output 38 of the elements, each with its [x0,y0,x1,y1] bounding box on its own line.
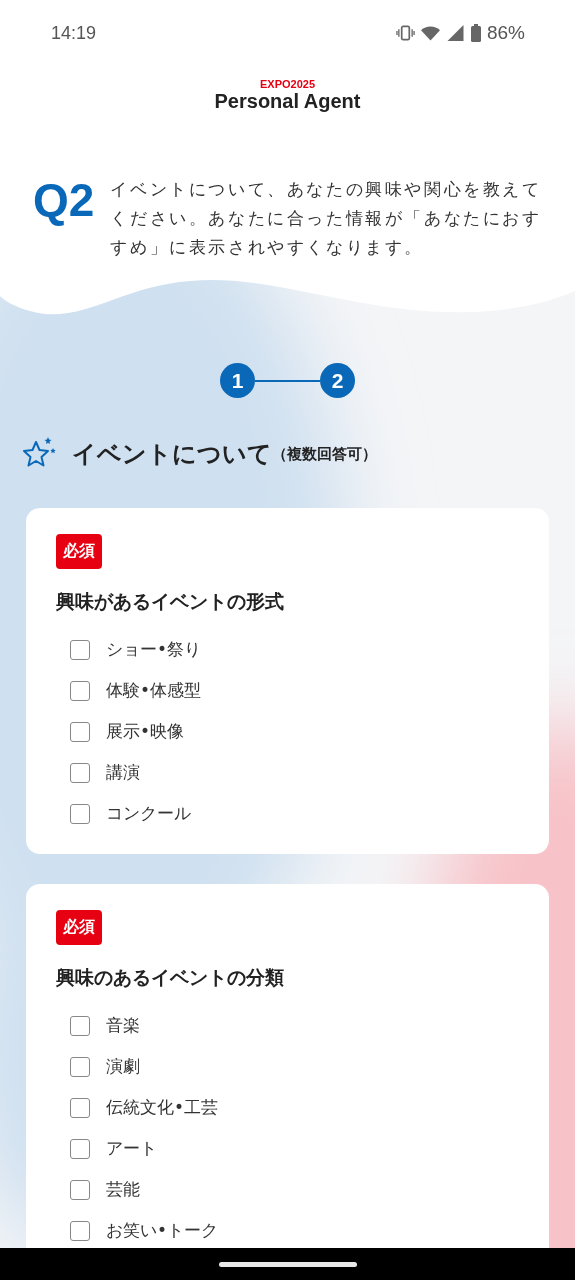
battery-percentage: 86% [486,22,525,44]
required-badge: 必須 [56,534,102,569]
signal-icon [445,25,465,41]
card-title: 興味のあるイベントの分類 [56,965,285,990]
checkbox[interactable] [70,1015,90,1036]
battery-icon [470,24,481,42]
checkbox[interactable] [70,1220,90,1241]
checkbox[interactable] [70,803,90,824]
status-time: 14:19 [51,22,97,44]
option-label[interactable]: 音楽 [106,1014,140,1037]
brand-label: EXPO2025 [259,78,315,90]
vibrate-icon [395,25,415,41]
option-label[interactable]: お笑い•トーク [106,1219,219,1242]
home-indicator[interactable] [218,1261,357,1267]
app-title: Personal Agent [214,90,361,113]
checkbox[interactable] [70,762,90,783]
section-note: （複数回答可） [272,444,377,464]
option-label[interactable]: 演劇 [106,1055,140,1078]
checkbox[interactable] [70,1179,90,1200]
checkbox[interactable] [70,680,90,701]
checkbox[interactable] [70,1056,90,1077]
checkbox[interactable] [70,1138,90,1159]
option-label[interactable]: アート [106,1137,157,1160]
checkbox[interactable] [70,721,90,742]
question-text: イベントについて、あなたの興味や関心を教えてください。あなたに合った情報が「あなたにおすすめ」に表示されやすくなります。 [110,178,543,259]
required-badge: 必須 [56,910,102,945]
option-label[interactable]: コンクール [106,802,191,825]
option-label[interactable]: 展示•映像 [106,720,185,743]
wifi-icon [420,25,440,41]
checkbox[interactable] [70,1097,90,1118]
option-label[interactable]: 体験•体感型 [106,679,202,702]
card-title: 興味があるイベントの形式 [56,589,285,614]
checkbox[interactable] [70,639,90,660]
option-label[interactable]: 講演 [106,761,140,784]
option-label[interactable]: ショー•祭り [106,638,202,661]
option-label[interactable]: 芸能 [106,1178,140,1201]
option-label[interactable]: 伝統文化•工芸 [106,1096,219,1119]
section-title: イベントについて [72,439,272,470]
